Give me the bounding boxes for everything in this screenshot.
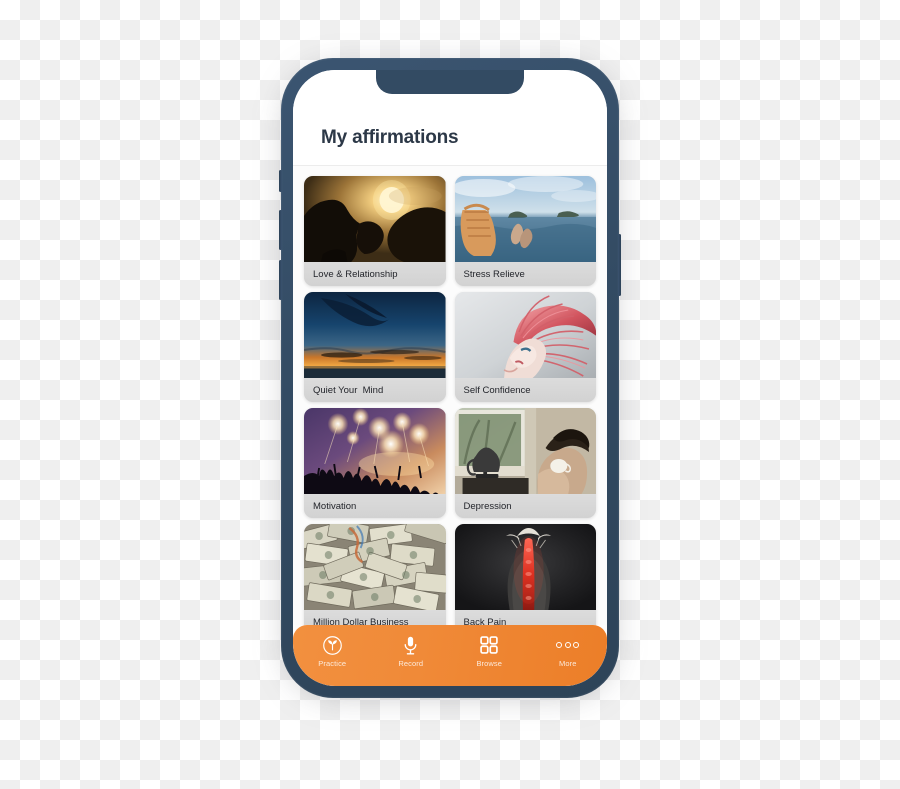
nav-item-practice[interactable]: Practice [304, 634, 360, 668]
volume-up-button[interactable] [279, 210, 282, 250]
card-label: Love & Relationship [304, 262, 446, 286]
card-thumbnail-motivation [304, 408, 446, 494]
card-label: Back Pain [454, 610, 596, 625]
card-thumbnail-self-confidence [454, 292, 596, 378]
card-label: Million Dollar Business [304, 610, 446, 625]
affirmation-card[interactable]: Quiet Your Mind [304, 292, 446, 402]
affirmation-card[interactable]: Motivation [304, 408, 446, 518]
phone-screen: My affirmations Love & Relationship Stre… [293, 70, 607, 686]
volume-down-button[interactable] [279, 260, 282, 300]
card-label: Stress Relieve [454, 262, 596, 286]
affirmation-card[interactable]: Depression [454, 408, 596, 518]
phone-notch [376, 70, 524, 94]
nav-item-record[interactable]: Record [383, 634, 439, 668]
card-thumbnail-back-pain [454, 524, 596, 610]
phone-frame: My affirmations Love & Relationship Stre… [279, 58, 621, 698]
mute-switch-button[interactable] [279, 170, 282, 192]
nav-item-browse[interactable]: Browse [461, 634, 517, 668]
microphone-icon [400, 634, 422, 656]
grid-2x2-icon [478, 634, 500, 656]
nav-label-more: More [559, 659, 577, 668]
nav-item-more[interactable]: More [540, 634, 596, 668]
card-label: Depression [454, 494, 596, 518]
affirmation-card[interactable]: Million Dollar Business [304, 524, 446, 625]
card-thumbnail-stress-relieve [454, 176, 596, 262]
phone-mockup: My affirmations Love & Relationship Stre… [279, 58, 621, 698]
card-label: Self Confidence [454, 378, 596, 402]
affirmation-card[interactable]: Self Confidence [454, 292, 596, 402]
affirmation-card-grid: Love & Relationship Stress Relieve Quiet… [293, 166, 607, 625]
card-label: Quiet Your Mind [304, 378, 446, 402]
three-dots-icon [556, 634, 580, 656]
card-thumbnail-depression [454, 408, 596, 494]
power-button[interactable] [618, 234, 621, 296]
nav-label-browse: Browse [476, 659, 503, 668]
card-thumbnail-love-relationship [304, 176, 446, 262]
card-thumbnail-million-dollar-business [304, 524, 446, 610]
nav-label-record: Record [398, 659, 424, 668]
affirmation-card[interactable]: Stress Relieve [454, 176, 596, 286]
affirmation-card[interactable]: Love & Relationship [304, 176, 446, 286]
bottom-navigation-bar: Practice Record Browse More [293, 625, 607, 686]
nav-label-practice: Practice [318, 659, 347, 668]
card-label: Motivation [304, 494, 446, 518]
sprout-circle-icon [321, 634, 343, 656]
card-thumbnail-quiet-your-mind [304, 292, 446, 378]
page-title: My affirmations [321, 127, 459, 148]
affirmation-card[interactable]: Back Pain [454, 524, 596, 625]
